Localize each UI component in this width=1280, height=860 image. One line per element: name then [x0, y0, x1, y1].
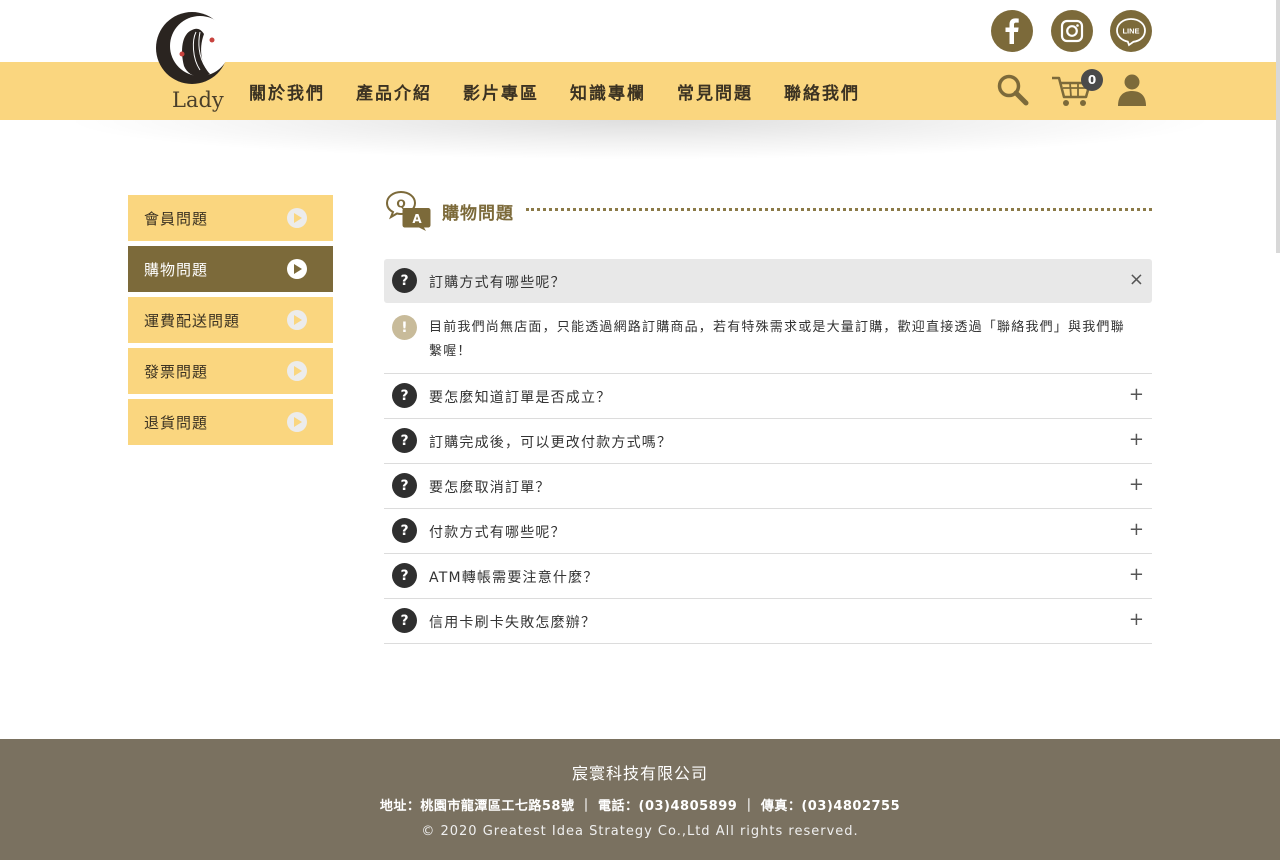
faq-question[interactable]: ? 訂購完成後，可以更改付款方式嗎？ +: [384, 419, 1152, 464]
play-arrow-icon: [287, 259, 307, 279]
sidebar-item-member[interactable]: 會員問題: [128, 195, 333, 241]
title-divider: [526, 208, 1152, 211]
sidebar-item-shipping[interactable]: 運費配送問題: [128, 297, 333, 343]
sidebar-item-label: 發票問題: [144, 362, 209, 381]
qa-icon: Q A: [385, 190, 431, 231]
faq-list: ? 訂購方式有哪些呢？ × ! 目前我們尚無店面，只能透過網路訂購商品，若有特殊…: [384, 259, 1152, 644]
play-arrow-icon: [287, 361, 307, 381]
sidebar-item-invoice[interactable]: 發票問題: [128, 348, 333, 394]
faq-question-text: 信用卡刷卡失敗怎麼辦？: [429, 615, 597, 631]
facebook-glyph: [1005, 18, 1019, 44]
expand-icon[interactable]: +: [1129, 384, 1144, 405]
expand-icon[interactable]: +: [1129, 564, 1144, 585]
nav-item-faq[interactable]: 常見問題: [677, 79, 753, 104]
line-glyph: LINE: [1116, 18, 1146, 47]
question-mark-icon: ?: [392, 518, 417, 543]
faq-main: Q A 購物問題 ? 訂購方式有哪些呢？ × ! 目前我們尚無店面，只能透過網路…: [384, 185, 1152, 644]
faq-question-text: 要怎麼知道訂單是否成立？: [429, 390, 612, 406]
faq-answer: ! 目前我們尚無店面，只能透過網路訂購商品，若有特殊需求或是大量訂購，歡迎直接透…: [384, 303, 1152, 374]
section-header: Q A 購物問題: [384, 185, 1152, 235]
question-mark-icon: ?: [392, 268, 417, 293]
search-glyph: [997, 74, 1029, 106]
faq-question[interactable]: ? ATM轉帳需要注意什麼？ +: [384, 554, 1152, 599]
faq-question-text: 要怎麼取消訂單？: [429, 480, 551, 496]
faq-question-open[interactable]: ? 訂購方式有哪些呢？ ×: [384, 259, 1152, 303]
facebook-icon[interactable]: [991, 10, 1033, 52]
sidebar-item-returns[interactable]: 退貨問題: [128, 399, 333, 445]
nav-shadow: [60, 120, 1220, 160]
qa-icon-a: A: [412, 212, 422, 226]
instagram-glyph: [1060, 19, 1084, 43]
logo-emblem-icon: [156, 12, 230, 84]
faq-question[interactable]: ? 要怎麼知道訂單是否成立？ +: [384, 374, 1152, 419]
cart-count-badge: 0: [1081, 69, 1103, 91]
logo-text: Lady: [172, 88, 224, 112]
faq-question[interactable]: ? 要怎麼取消訂單？ +: [384, 464, 1152, 509]
nav-item-videos[interactable]: 影片專區: [463, 79, 539, 104]
play-arrow-icon: [287, 310, 307, 330]
nav-item-knowledge[interactable]: 知識專欄: [570, 79, 646, 104]
question-mark-icon: ?: [392, 383, 417, 408]
search-icon[interactable]: [996, 73, 1030, 107]
footer-company-name: 宸寰科技有限公司: [571, 764, 708, 783]
sidebar-item-label: 會員問題: [144, 209, 209, 228]
page-scrollbar[interactable]: [1276, 0, 1280, 253]
question-mark-icon: ?: [392, 563, 417, 588]
main-nav: 關於我們 產品介紹 影片專區 知識專欄 常見問題 聯絡我們: [249, 62, 891, 120]
line-icon[interactable]: LINE: [1110, 10, 1152, 52]
exclamation-icon: !: [392, 315, 417, 340]
sidebar-item-label: 運費配送問題: [144, 311, 241, 330]
expand-icon[interactable]: +: [1129, 519, 1144, 540]
expand-icon[interactable]: +: [1129, 609, 1144, 630]
nav-item-about[interactable]: 關於我們: [249, 79, 325, 104]
faq-question-text: 訂購方式有哪些呢？: [429, 275, 566, 291]
question-mark-icon: ?: [392, 608, 417, 633]
sidebar-item-label: 購物問題: [144, 260, 209, 279]
user-icon[interactable]: [1116, 73, 1148, 107]
section-title: 購物問題: [442, 204, 514, 224]
play-arrow-icon: [287, 208, 307, 228]
brand-logo[interactable]: Lady: [152, 10, 232, 118]
faq-answer-text: 目前我們尚無店面，只能透過網路訂購商品，若有特殊需求或是大量訂購，歡迎直接透過「…: [429, 320, 1125, 359]
expand-icon[interactable]: +: [1129, 429, 1144, 450]
footer-copyright: © 2020 Greatest Idea Strategy Co.,Ltd Al…: [421, 824, 859, 839]
footer-contact-info: 地址：桃園市龍潭區工七路58號 ｜ 電話：(03)4805899 ｜ 傳真：(0…: [379, 799, 901, 814]
sidebar-item-label: 退貨問題: [144, 413, 209, 432]
user-glyph: [1118, 74, 1146, 106]
faq-question[interactable]: ? 付款方式有哪些呢？ +: [384, 509, 1152, 554]
faq-category-sidebar: 會員問題 購物問題 運費配送問題 發票問題 退貨問題: [128, 195, 333, 450]
instagram-icon[interactable]: [1051, 10, 1093, 52]
faq-question-text: 付款方式有哪些呢？: [429, 525, 566, 541]
expand-icon[interactable]: +: [1129, 474, 1144, 495]
question-mark-icon: ?: [392, 428, 417, 453]
faq-question[interactable]: ? 信用卡刷卡失敗怎麼辦？ +: [384, 599, 1152, 644]
nav-item-products[interactable]: 產品介紹: [356, 79, 432, 104]
question-mark-icon: ?: [392, 473, 417, 498]
line-label: LINE: [1122, 27, 1139, 36]
nav-item-contact[interactable]: 聯絡我們: [784, 79, 860, 104]
collapse-icon[interactable]: ×: [1129, 269, 1144, 290]
footer: 宸寰科技有限公司 地址：桃園市龍潭區工七路58號 ｜ 電話：(03)480589…: [0, 739, 1280, 860]
faq-question-text: 訂購完成後，可以更改付款方式嗎？: [429, 435, 673, 451]
sidebar-item-shopping[interactable]: 購物問題: [128, 246, 333, 292]
play-arrow-icon: [287, 412, 307, 432]
faq-question-text: ATM轉帳需要注意什麼？: [429, 570, 599, 586]
